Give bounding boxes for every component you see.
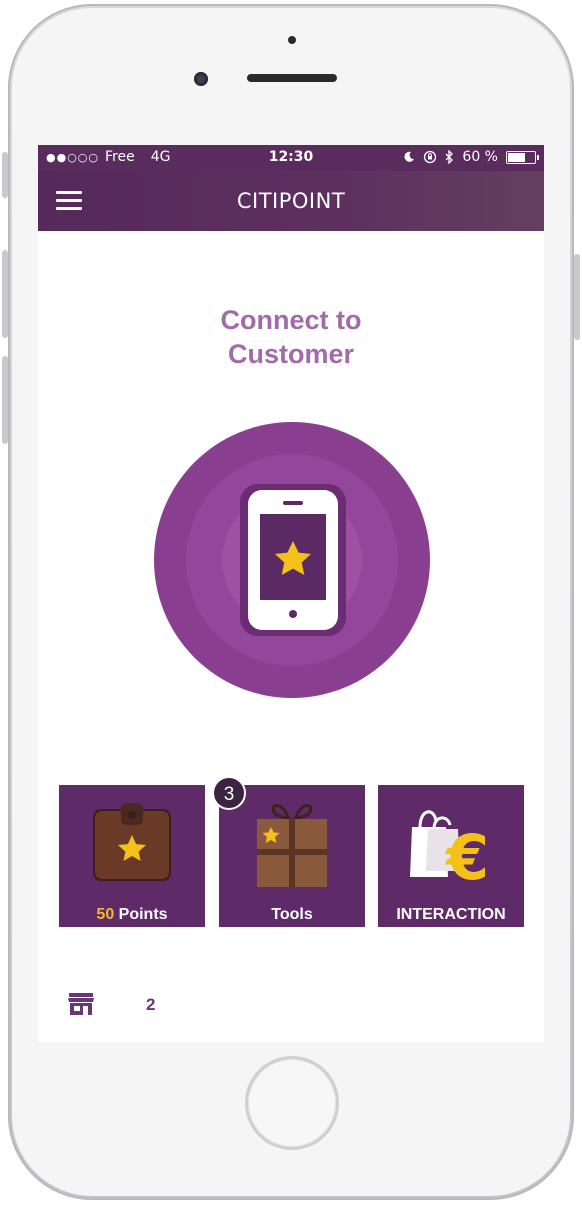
shopping-bag-euro-icon: € [410, 810, 489, 894]
orientation-lock-icon [424, 150, 437, 164]
battery-percent: 60 % [462, 149, 498, 165]
power-button [574, 254, 580, 340]
status-bar: ●●○○○ Free 4G 12:30 60 % [38, 145, 544, 171]
page-headline: Connect to Customer [38, 303, 544, 371]
bluetooth-icon [445, 150, 454, 164]
front-camera [194, 72, 208, 86]
battery-icon [506, 150, 539, 164]
proximity-sensor [288, 36, 296, 44]
headline-line-2: Customer [227, 339, 355, 369]
volume-down-button [2, 356, 8, 444]
headline-line-1: Connect to [220, 305, 362, 335]
points-unit: Points [114, 906, 168, 923]
app-title: CITIPOINT [236, 189, 346, 213]
moon-icon [404, 151, 415, 162]
tools-label: Tools [271, 906, 313, 923]
app-screen: ●●○○○ Free 4G 12:30 60 % CITIPOINT Conne… [38, 145, 544, 1042]
svg-text:€: € [444, 821, 489, 894]
home-button[interactable] [248, 1059, 336, 1147]
phone-star-icon [240, 484, 346, 636]
tools-notification-badge: 3 [212, 776, 246, 810]
volume-up-button [2, 250, 8, 338]
top-nav-bar: CITIPOINT [38, 171, 544, 231]
wallet-star-icon [93, 803, 171, 881]
bottom-count: 2 [146, 995, 156, 1014]
interaction-label: INTERACTION [396, 906, 506, 923]
points-value: 50 [96, 906, 115, 923]
points-label: 50 Points [59, 906, 205, 924]
mute-switch [2, 152, 8, 198]
earpiece-speaker [247, 74, 337, 82]
store-icon[interactable] [67, 991, 95, 1017]
tools-tile[interactable]: Tools [219, 785, 365, 927]
interaction-tile[interactable]: € INTERACTION [378, 785, 524, 927]
bottom-bar: 2 [38, 985, 544, 1025]
connect-customer-button[interactable] [154, 422, 430, 698]
points-tile[interactable]: 50 Points [59, 785, 205, 927]
